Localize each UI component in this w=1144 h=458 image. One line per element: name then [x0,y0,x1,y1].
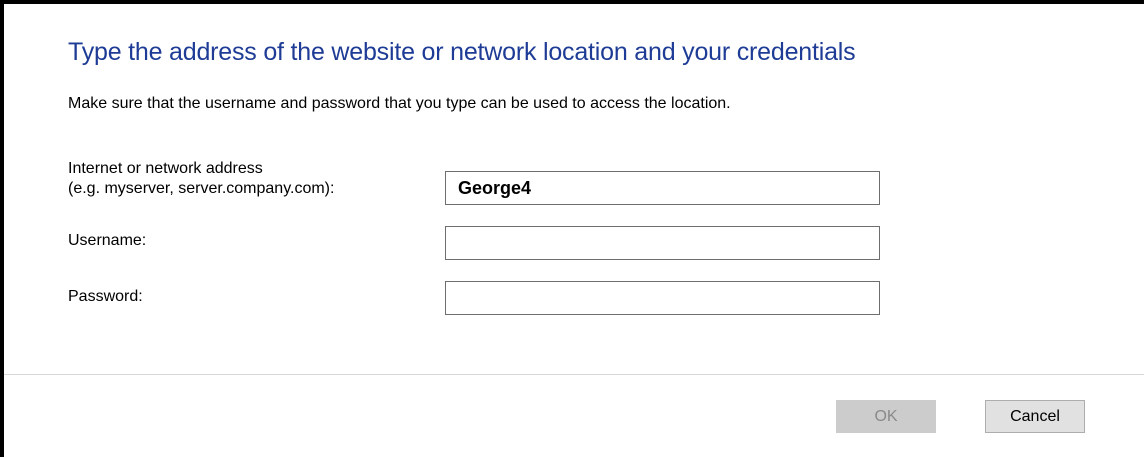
username-input[interactable] [445,226,880,260]
username-label: Username: [68,232,147,249]
address-label: Internet or network address (e.g. myserv… [68,159,334,199]
dialog-footer: OK Cancel [4,374,1144,458]
cancel-button[interactable]: Cancel [985,400,1085,433]
dialog-heading: Type the address of the website or netwo… [68,38,856,66]
ok-button[interactable]: OK [836,400,936,433]
password-input[interactable] [445,281,880,315]
dialog-description: Make sure that the username and password… [68,95,731,112]
address-label-line1: Internet or network address [68,160,263,177]
address-label-line2: (e.g. myserver, server.company.com): [68,180,335,197]
credentials-dialog: Type the address of the website or netwo… [0,0,1144,458]
password-label: Password: [68,288,143,305]
address-input[interactable] [445,171,880,205]
